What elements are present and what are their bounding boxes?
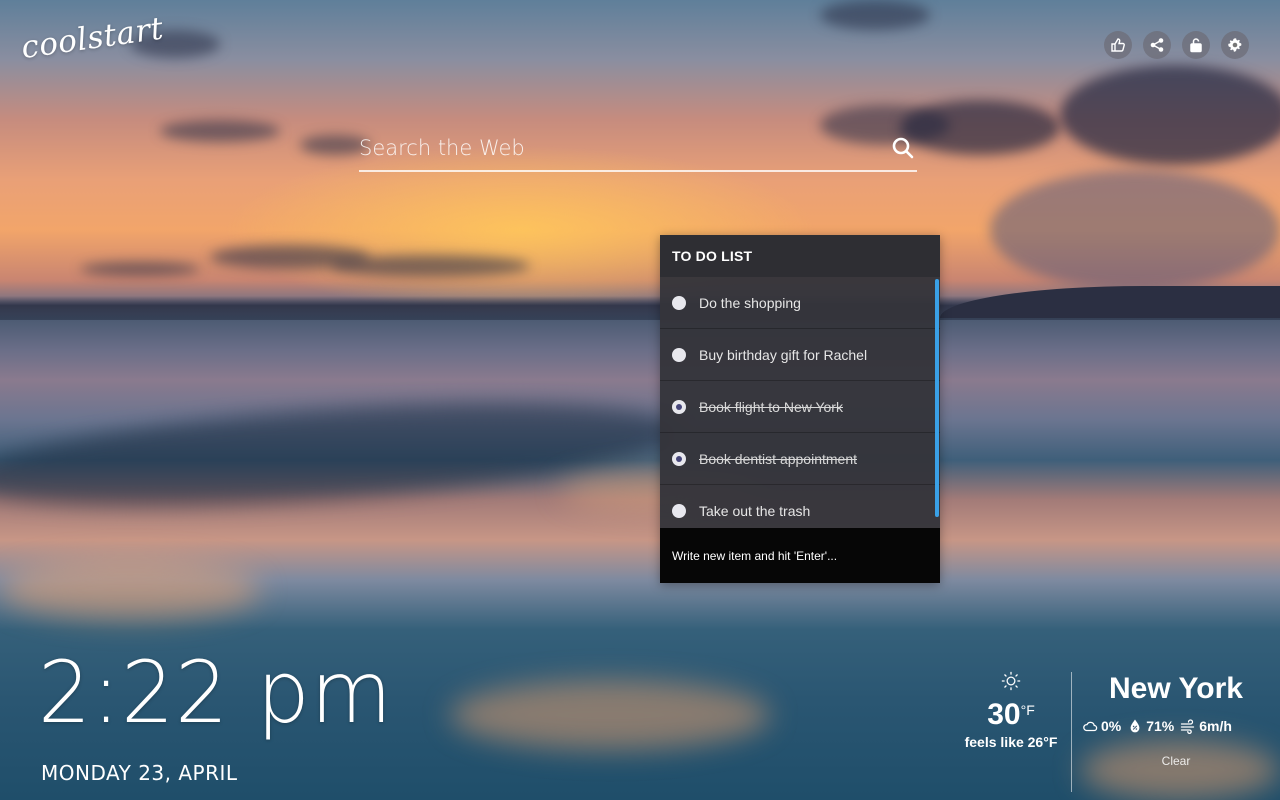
todo-item[interactable]: Buy birthday gift for Rachel <box>660 329 940 381</box>
lock-icon <box>1190 38 1202 53</box>
brand-logo[interactable]: coolstart <box>19 10 166 66</box>
temperature-unit: °F <box>1020 702 1035 718</box>
like-button[interactable] <box>1104 31 1132 59</box>
search-icon[interactable] <box>891 136 915 160</box>
cloud-icon <box>1083 721 1098 732</box>
humidity-icon <box>1130 719 1140 733</box>
weather-divider <box>1071 672 1072 792</box>
weather-location[interactable]: New York 0% 71% 6m/h Clear <box>1082 672 1262 768</box>
cloud-cover: 0% <box>1082 718 1121 734</box>
todo-checkbox[interactable] <box>672 295 686 310</box>
temperature: 30°F <box>952 698 1070 732</box>
todo-item-text: Take out the trash <box>699 502 811 519</box>
clock-time: 2:22 pm <box>38 643 393 743</box>
todo-item-text: Buy birthday gift for Rachel <box>699 346 868 363</box>
wind-value: 6m/h <box>1199 718 1232 734</box>
todo-list: Do the shopping Buy birthday gift for Ra… <box>660 277 940 528</box>
todo-item[interactable]: Book dentist appointment <box>660 433 940 485</box>
wind: 6m/h <box>1180 718 1232 734</box>
todo-item[interactable]: Do the shopping <box>660 277 940 329</box>
sun-icon <box>1001 671 1021 691</box>
search-bar <box>359 130 917 172</box>
todo-item[interactable]: Take out the trash <box>660 485 940 528</box>
todo-checkbox[interactable] <box>672 451 686 466</box>
lock-button[interactable] <box>1182 31 1210 59</box>
city-name: New York <box>1109 672 1243 705</box>
feels-like: feels like 26°F <box>964 734 1058 750</box>
clock-date: MONDAY 23, APRIL <box>41 761 238 785</box>
todo-item[interactable]: Book flight to New York <box>660 381 940 433</box>
todo-input-area <box>660 528 940 583</box>
weather-condition: Clear <box>1161 754 1191 768</box>
todo-widget: TO DO LIST Do the shopping Buy birthday … <box>660 235 940 583</box>
settings-button[interactable] <box>1221 31 1249 59</box>
todo-title: TO DO LIST <box>660 235 940 277</box>
humidity-value: 71% <box>1146 718 1175 734</box>
todo-checkbox[interactable] <box>672 503 686 518</box>
cloud-cover-value: 0% <box>1101 718 1122 734</box>
wind-icon <box>1181 719 1195 734</box>
todo-item-text: Book dentist appointment <box>699 450 857 467</box>
like-icon <box>1111 38 1125 52</box>
humidity: 71% <box>1127 718 1174 734</box>
todo-checkbox[interactable] <box>672 399 686 414</box>
gear-icon <box>1228 38 1242 52</box>
temperature-value: 30 <box>987 698 1021 731</box>
todo-item-text: Book flight to New York <box>699 398 843 415</box>
search-input[interactable] <box>359 130 879 166</box>
share-button[interactable] <box>1143 31 1171 59</box>
top-action-bar <box>1104 31 1249 59</box>
todo-item-text: Do the shopping <box>699 294 801 311</box>
todo-checkbox[interactable] <box>672 347 686 362</box>
weather-stats: 0% 71% 6m/h <box>1082 718 1262 734</box>
todo-scrollbar[interactable] <box>935 279 939 517</box>
todo-new-item-input[interactable] <box>660 528 940 583</box>
share-icon <box>1150 38 1164 52</box>
weather-current[interactable]: 30°F feels like 26°F <box>952 670 1070 750</box>
